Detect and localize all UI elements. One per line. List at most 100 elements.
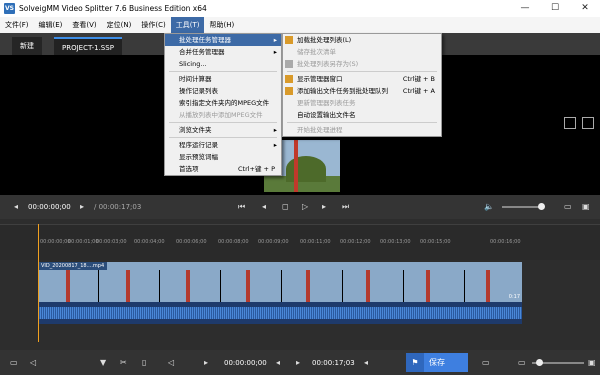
- menu-item-show-preview[interactable]: 显示预览词幅: [165, 151, 281, 163]
- menu-item-time-calculator[interactable]: 时间计算器: [165, 73, 281, 85]
- menu-item-show-manager[interactable]: 显示管理器窗口 Ctrl键 + B: [283, 73, 441, 85]
- minimize-button[interactable]: —: [510, 0, 540, 17]
- menu-separator: [287, 71, 437, 72]
- monitor-icon[interactable]: ▭: [10, 358, 18, 367]
- menu-item-start-batch: 开始批处理进程: [283, 124, 441, 136]
- playhead[interactable]: [38, 224, 39, 342]
- stop-icon[interactable]: ◻: [282, 202, 289, 211]
- menu-item-index-mpeg[interactable]: 索引指定文件夹内的MPEG文件: [165, 97, 281, 109]
- flag-icon[interactable]: ⚑: [406, 353, 424, 372]
- menu-file[interactable]: 文件(F): [0, 17, 34, 33]
- menu-bar: 文件(F) 编辑(E) 查看(V) 定位(N) 操作(C) 工具(T) 帮助(H…: [0, 17, 600, 33]
- menu-item-label: 操作记录列表: [179, 87, 218, 95]
- current-time[interactable]: 00:00:00;00: [28, 200, 71, 214]
- ruler-tick: 00:00:12;00: [340, 239, 371, 245]
- menu-shortcut: Ctrl键 + B: [402, 75, 435, 83]
- menu-item-label: 显示管理器窗口: [297, 75, 343, 83]
- menu-tools[interactable]: 工具(T): [170, 17, 205, 33]
- folder-icon[interactable]: ▭: [564, 202, 572, 211]
- tree-shape: [286, 156, 326, 182]
- audio-icon[interactable]: ◁: [30, 358, 36, 367]
- next-frame-icon[interactable]: ▸: [80, 202, 84, 211]
- menu-item-label: 批处理任务管理器: [179, 36, 231, 44]
- menu-item-batch-manager[interactable]: 批处理任务管理器 ▸: [165, 34, 281, 46]
- menu-action[interactable]: 操作(C): [136, 17, 170, 33]
- ruler-tick: 00:00:01;00: [68, 239, 99, 245]
- menu-item-operation-log[interactable]: 操作记录列表: [165, 85, 281, 97]
- menu-item-auto-name[interactable]: 自动设置输出文件名: [283, 109, 441, 121]
- menu-item-label: 开始批处理进程: [297, 126, 343, 134]
- menu-item-load-batch-list[interactable]: 加载批处理列表(L): [283, 34, 441, 46]
- ruler-tick: 00:00:03;00: [96, 239, 127, 245]
- menu-item-label: 合并任务管理器: [179, 48, 225, 56]
- cut-icon[interactable]: ✂: [120, 358, 127, 367]
- close-button[interactable]: ✕: [570, 0, 600, 17]
- folder-icon[interactable]: ▭: [482, 358, 490, 367]
- submenu-arrow-icon: ▸: [273, 48, 277, 56]
- menu-item-label: 时间计算器: [179, 75, 212, 83]
- save-icon: [285, 60, 293, 68]
- snapshot-icon[interactable]: ▣: [582, 202, 590, 211]
- video-track[interactable]: VID_20200817_18....mp4 0:17: [38, 262, 522, 302]
- menu-item-run-log[interactable]: 程序运行记录 ▸: [165, 139, 281, 151]
- menu-item-slicing[interactable]: Slicing...: [165, 58, 281, 70]
- ruler-tick: 00:00:08;00: [218, 239, 249, 245]
- zoom-knob[interactable]: [536, 359, 543, 366]
- menu-help[interactable]: 帮助(H): [204, 17, 239, 33]
- menu-separator: [287, 122, 437, 123]
- menu-edit[interactable]: 编辑(E): [34, 17, 68, 33]
- play-icon[interactable]: ▷: [302, 202, 308, 211]
- audio-waveform: [38, 307, 522, 319]
- menu-item-label: 加载批处理列表(L): [297, 36, 352, 44]
- maximize-button[interactable]: ☐: [540, 0, 570, 17]
- prev-marker-icon[interactable]: ⏮: [238, 202, 245, 212]
- menu-item-browse-folder[interactable]: 浏览文件夹 ▸: [165, 124, 281, 136]
- menu-view[interactable]: 查看(V): [67, 17, 101, 33]
- track-thumbnail: [404, 270, 465, 302]
- volume-icon[interactable]: 🔈: [484, 202, 494, 211]
- step-back-icon[interactable]: ◂: [262, 202, 266, 211]
- volume-knob[interactable]: [538, 203, 545, 210]
- submenu-arrow-icon: ▸: [273, 36, 277, 44]
- set-in-arrow-icon[interactable]: ◂: [276, 358, 280, 367]
- timeline-ruler[interactable]: 00:00:00;00 00:00:01;00 00:00:03;00 00:0…: [0, 224, 600, 260]
- step-forward-icon[interactable]: ▸: [322, 202, 326, 211]
- player-controls: ◂ 00:00:00;00 ▸ / 00:00:17;03 ⏮ ◂ ◻ ▷ ▸ …: [0, 195, 600, 219]
- time-in[interactable]: 00:00:00;00: [224, 356, 267, 370]
- zoom-in-icon[interactable]: ▣: [588, 358, 596, 367]
- batch-submenu: 加载批处理列表(L) 储存批次清单 批处理列表另存为(S) 显示管理器窗口 Ctr…: [282, 33, 442, 137]
- pole-shape: [186, 270, 190, 302]
- crop-icon[interactable]: [564, 117, 576, 129]
- menu-separator: [169, 71, 277, 72]
- menu-item-merge-manager[interactable]: 合并任务管理器 ▸: [165, 46, 281, 58]
- set-in-icon[interactable]: ▸: [204, 358, 208, 367]
- set-out-icon[interactable]: ▸: [296, 358, 300, 367]
- menu-item-update-tasks: 更新管理器列表任务: [283, 97, 441, 109]
- filter-icon[interactable]: ▼: [100, 358, 106, 367]
- mute-icon[interactable]: ◁: [168, 358, 174, 367]
- track-thumbnail: [282, 270, 343, 302]
- app-window: VS SolveigMM Video Splitter 7.6 Business…: [0, 0, 600, 375]
- open-icon: [285, 36, 293, 44]
- track-thumbnail: [160, 270, 221, 302]
- track-end-time: 0:17: [508, 294, 520, 300]
- next-marker-icon[interactable]: ⏭: [342, 202, 349, 212]
- tab-project[interactable]: PROJECT-1.SSP: [54, 37, 122, 55]
- menu-navigate[interactable]: 定位(N): [102, 17, 137, 33]
- time-out[interactable]: 00:00:17;03: [312, 356, 355, 370]
- prev-frame-icon[interactable]: ◂: [14, 202, 18, 211]
- marker-icon[interactable]: ▯: [142, 358, 146, 367]
- zoom-out-icon[interactable]: ▭: [518, 358, 526, 367]
- set-out-arrow-icon[interactable]: ◂: [364, 358, 368, 367]
- ruler-tick: 00:00:06;00: [176, 239, 207, 245]
- menu-item-label: 添加输出文件任务到批处理队列: [297, 87, 388, 95]
- fullscreen-icon[interactable]: [582, 117, 594, 129]
- menu-item-preferences[interactable]: 首选项 Ctrl+键 + P: [165, 163, 281, 175]
- menu-item-add-to-queue[interactable]: 添加输出文件任务到批处理队列 Ctrl键 + A: [283, 85, 441, 97]
- ruler-tick: 00:00:15;00: [420, 239, 451, 245]
- audio-track[interactable]: [38, 302, 522, 324]
- app-icon: VS: [4, 3, 15, 14]
- menu-item-save-batch-as: 批处理列表另存为(S): [283, 58, 441, 70]
- tab-new[interactable]: 新建: [12, 37, 42, 55]
- menu-item-label: 自动设置输出文件名: [297, 111, 356, 119]
